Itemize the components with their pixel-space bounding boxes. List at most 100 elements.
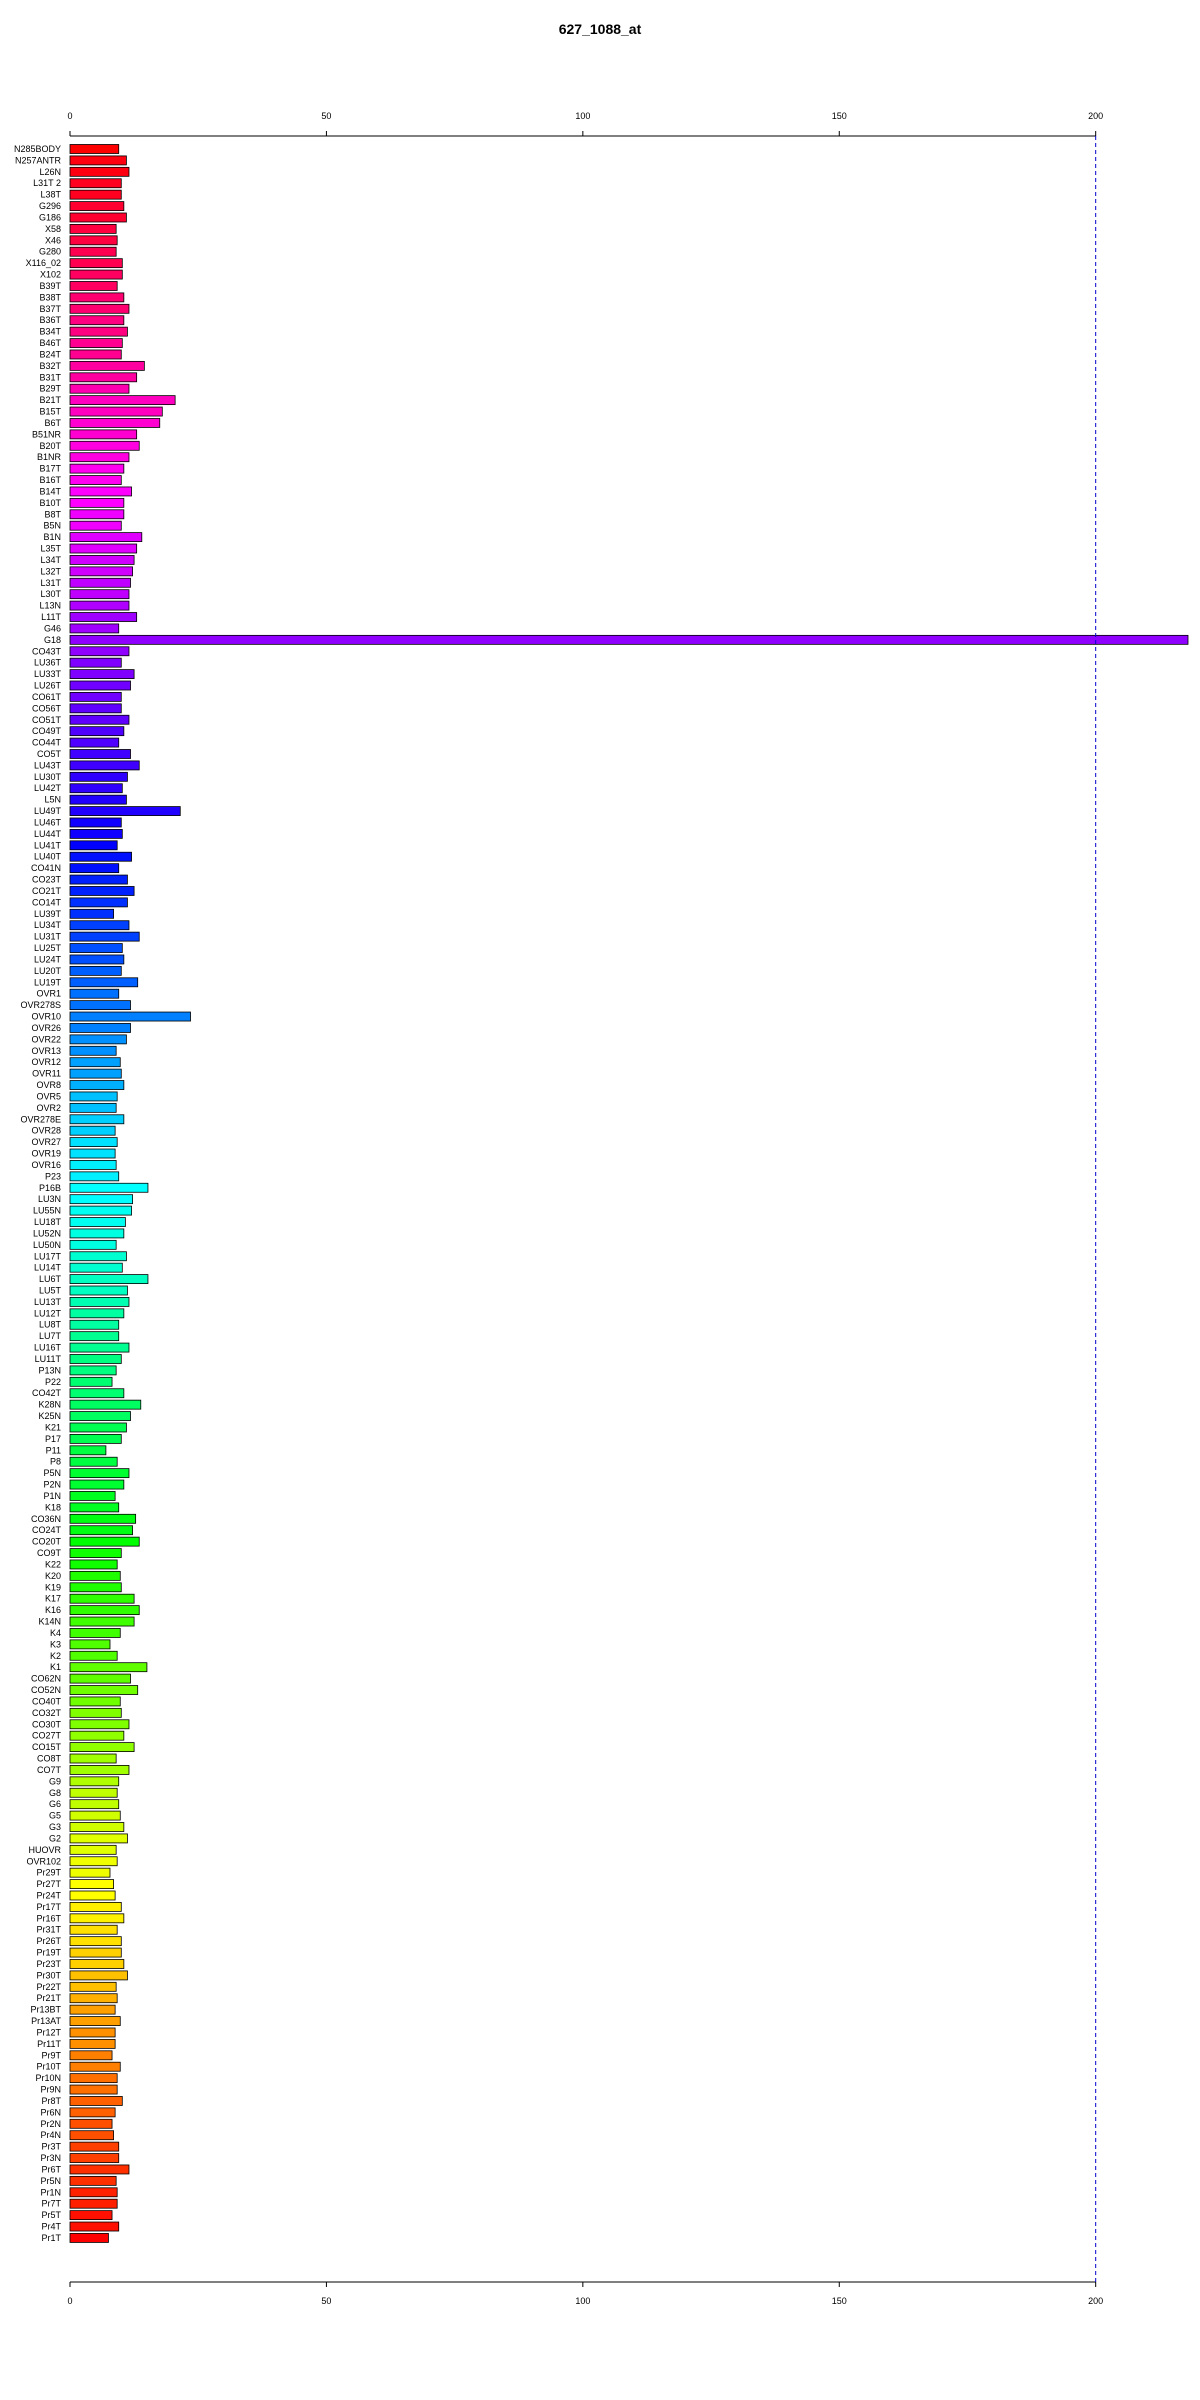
category-label: G18 [44,635,61,645]
bar [69,486,132,497]
bar [69,1959,125,1969]
category-label: LU3N [38,1194,61,1204]
category-label: Pr6T [41,2164,61,2174]
bar [69,1342,130,1353]
category-label: LU43T [34,760,62,770]
category-label: G8 [49,1788,61,1798]
category-label: K17 [45,1594,61,1604]
bar [69,1742,135,1752]
bar-chart: 627_1088_at 0 50 100 150 200 0 50 100 150 200 N2… [14,21,1189,2306]
category-label: B51NR [32,429,62,439]
category-label: LU33T [34,669,62,679]
category-label: K22 [45,1559,61,1569]
bar [69,1422,127,1433]
bar [69,2107,116,2118]
bar [69,577,131,588]
bar [69,1114,125,1125]
bar [69,634,1189,645]
bar [69,612,138,622]
bar [69,1137,118,1148]
category-label: L38T [40,190,61,200]
category-label: K20 [45,1571,61,1581]
category-label: B8T [44,509,61,519]
category-label: LU44T [34,829,62,839]
category-label: LU12T [34,1308,62,1318]
bar [69,806,181,816]
category-label: LU46T [34,817,62,827]
bar [69,1433,122,1444]
category-label: L32T [40,566,61,576]
bar [69,315,125,326]
category-label: LU18T [34,1217,62,1227]
category-label: Pr30T [36,1970,61,1980]
bar [69,372,138,383]
bar [69,326,128,337]
category-label: L31T [40,578,61,588]
bar [69,155,127,166]
bar [69,1045,117,1056]
category-label: LU52N [33,1228,61,1238]
category-label: L34T [40,555,61,565]
bar [69,2061,121,2072]
x-axis-top: 0 50 100 150 200 [67,111,1103,137]
bar [69,1388,125,1399]
bar [69,212,127,223]
bar [69,452,130,463]
bar [69,1376,113,1387]
bar [69,566,133,577]
category-label: Pr4N [40,2130,61,2140]
bar [69,1605,140,1616]
bar [69,1856,118,1867]
bar [69,2210,113,2221]
bar [69,1148,116,1159]
category-label: OVR19 [31,1149,61,1159]
category-label: OVR13 [31,1046,61,1056]
category-label: Pr12T [36,2027,61,2037]
category-label: Pr29T [36,1868,61,1878]
bar [69,1662,148,1673]
category-label: K19 [45,1582,61,1592]
category-label: B6T [44,418,61,428]
category-label: LU7T [39,1331,62,1341]
category-label: LU55N [33,1206,61,1216]
category-label: LU17T [34,1251,62,1261]
category-label: LU8T [39,1320,62,1330]
category-label: Pr9T [41,2050,61,2060]
category-label: Pr9N [40,2085,61,2095]
bar [69,1673,131,1684]
bar [69,1890,116,1901]
bar [69,2175,117,2186]
bar [69,1993,118,2004]
category-label: CO52N [31,1685,61,1695]
bar [69,1456,118,1467]
category-label: CO42T [32,1388,62,1398]
bar [69,475,122,485]
bars [69,144,1189,2243]
bar [69,1251,127,1262]
bar [69,1411,131,1421]
bar [69,1593,135,1604]
bar [69,1810,121,1821]
category-label: CO7T [37,1765,62,1775]
bar [69,258,123,269]
category-label: OVR11 [32,1069,61,1079]
bar [69,794,127,805]
bar [69,2187,118,2198]
bar [69,1719,130,1730]
category-label: CO20T [32,1537,62,1547]
bar [69,2016,121,2026]
category-label: G46 [44,623,61,633]
category-label: G9 [49,1776,61,1786]
tick-label: 150 [832,111,847,121]
category-label: K1 [50,1662,61,1672]
category-label: LU39T [34,909,62,919]
category-label: G296 [39,201,61,211]
category-label: CO14T [32,897,62,907]
bar [69,1102,117,1113]
category-label: Pr3T [41,2142,61,2152]
bar [69,1331,120,1342]
bar [69,1765,130,1775]
bar [69,246,117,257]
bar [69,931,140,942]
bar [69,1924,118,1935]
